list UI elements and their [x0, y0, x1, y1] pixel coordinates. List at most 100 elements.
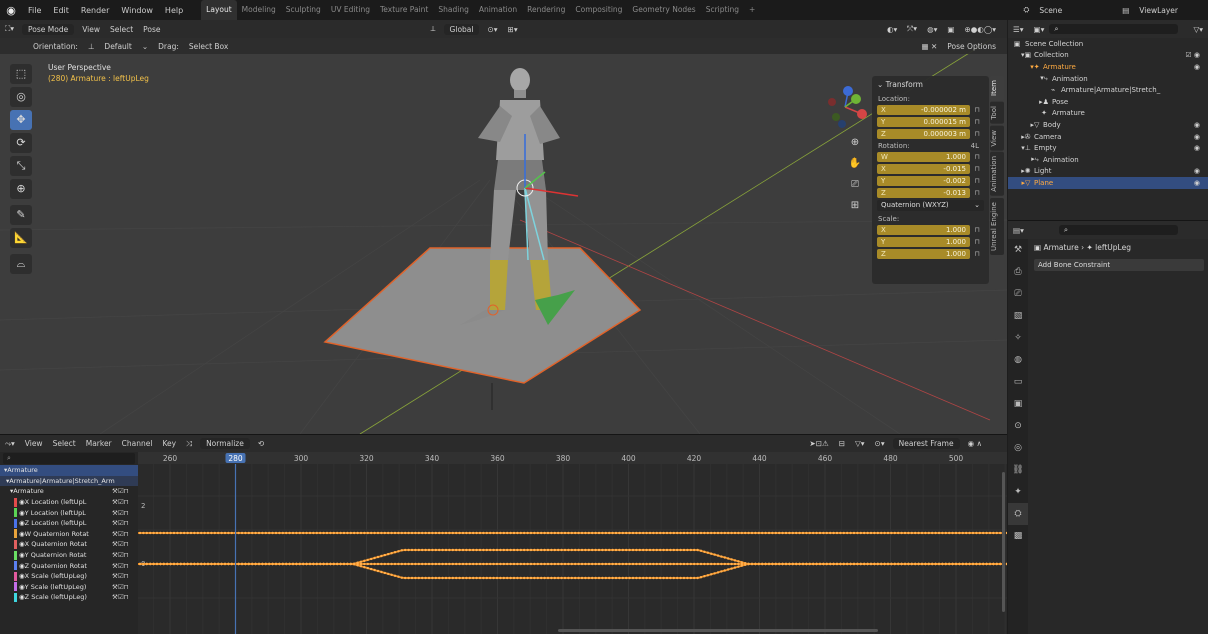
- keyframe-point[interactable]: [655, 548, 658, 552]
- keyframe-point[interactable]: [587, 548, 590, 552]
- keyframe-point[interactable]: [193, 531, 196, 535]
- keyframe-point[interactable]: [237, 562, 240, 566]
- physics-tab-icon[interactable]: ◎: [1008, 437, 1028, 459]
- horizontal-scrollbar[interactable]: [558, 629, 878, 632]
- keyframe-point[interactable]: [563, 576, 567, 580]
- keyframe-point[interactable]: [672, 531, 675, 535]
- keyframe-point[interactable]: [580, 576, 584, 580]
- keyframe-point[interactable]: [931, 531, 934, 535]
- perspective-grid-icon[interactable]: ⊞: [846, 197, 864, 215]
- keyframe-point[interactable]: [818, 531, 822, 535]
- xray-icon[interactable]: ▣: [942, 25, 959, 34]
- keyframe-point[interactable]: [591, 576, 594, 580]
- keyframe-point[interactable]: [900, 531, 903, 535]
- keyframe-point[interactable]: [948, 562, 951, 566]
- keyframe-point[interactable]: [584, 576, 587, 580]
- keyframe-point[interactable]: [750, 531, 754, 535]
- keyframe-point[interactable]: [417, 562, 420, 566]
- keyframe-point[interactable]: [880, 531, 883, 535]
- keyframe-point[interactable]: [213, 531, 216, 535]
- keyframe-point[interactable]: [574, 576, 577, 580]
- keyframe-point[interactable]: [495, 548, 499, 552]
- auto-normalize-icon[interactable]: ⟲: [253, 439, 269, 448]
- vertical-scrollbar[interactable]: [1002, 472, 1005, 612]
- keyframe-point[interactable]: [560, 576, 563, 580]
- keyframe-point[interactable]: [441, 531, 444, 535]
- scene-name[interactable]: Scene: [1034, 6, 1067, 15]
- keyframe-point[interactable]: [489, 531, 492, 535]
- keyframe-point[interactable]: [693, 562, 696, 566]
- keyframe-point[interactable]: [455, 562, 458, 566]
- keyframe-point[interactable]: [574, 531, 577, 535]
- collection-tab-icon[interactable]: ▭: [1008, 371, 1028, 393]
- keyframe-point[interactable]: [465, 562, 468, 566]
- keyframe-point[interactable]: [315, 562, 318, 566]
- keyframe-point[interactable]: [968, 562, 971, 566]
- keyframe-point[interactable]: [291, 531, 295, 535]
- keyframe-point[interactable]: [635, 531, 638, 535]
- keyframe-point[interactable]: [441, 562, 444, 566]
- keyframe-point[interactable]: [706, 574, 709, 577]
- keyframe-point[interactable]: [397, 531, 400, 535]
- keyframe-point[interactable]: [574, 548, 577, 552]
- keyframe-point[interactable]: [543, 531, 546, 535]
- keyframe-point[interactable]: [951, 562, 954, 566]
- keyframe-point[interactable]: [686, 548, 689, 552]
- keyframe-point[interactable]: [907, 531, 910, 535]
- rotation-mode-tag[interactable]: 4L: [971, 142, 979, 150]
- keyframe-point[interactable]: [546, 576, 550, 580]
- keyframe-point[interactable]: [682, 562, 686, 566]
- keyframe-point[interactable]: [645, 531, 648, 535]
- outliner-row[interactable]: ▸⤷ Animation: [1008, 154, 1208, 166]
- keyframe-point[interactable]: [737, 531, 740, 535]
- navigation-gizmo[interactable]: [820, 82, 870, 132]
- keyframe-point[interactable]: [597, 576, 601, 580]
- keyframe-point[interactable]: [370, 531, 373, 535]
- workspace-tab-scripting[interactable]: Scripting: [701, 0, 744, 20]
- keyframe-point[interactable]: [580, 562, 584, 566]
- channel-row[interactable]: ◉ Y Location (leftUpL ⚒☑⊓: [0, 507, 138, 518]
- keyframe-point[interactable]: [869, 531, 873, 535]
- keyframe-point[interactable]: [536, 531, 539, 535]
- keyframe-point[interactable]: [543, 548, 546, 552]
- keyframe-point[interactable]: [693, 531, 696, 535]
- keyframe-point[interactable]: [387, 531, 390, 535]
- keyframe-point[interactable]: [682, 531, 686, 535]
- keyframe-point[interactable]: [431, 576, 434, 580]
- only-selected-icon[interactable]: ➤⊡⚠: [804, 439, 833, 448]
- keyframe-point[interactable]: [944, 531, 947, 535]
- keyframe-point[interactable]: [220, 562, 223, 566]
- visibility-eye-icon[interactable]: ◉: [1194, 167, 1208, 175]
- keyframe-point[interactable]: [472, 531, 475, 535]
- keyframe-point[interactable]: [427, 531, 431, 535]
- keyframe-point[interactable]: [247, 562, 250, 566]
- keyframe-point[interactable]: [285, 562, 288, 566]
- camera-view-icon[interactable]: ⎚: [846, 176, 864, 194]
- keyframe-point[interactable]: [835, 531, 839, 535]
- keyframe-point[interactable]: [451, 562, 454, 566]
- keyframe-point[interactable]: [625, 548, 628, 552]
- keyframe-point[interactable]: [703, 562, 706, 566]
- rotate-tool-icon[interactable]: ⟳: [10, 133, 32, 153]
- keyframe-point[interactable]: [472, 576, 475, 580]
- keyframe-point[interactable]: [431, 562, 434, 566]
- keyframe-point[interactable]: [716, 531, 720, 535]
- keyframe-point[interactable]: [536, 576, 539, 580]
- keyframe-point[interactable]: [264, 562, 267, 566]
- keyframe-point[interactable]: [465, 548, 468, 552]
- keyframe-point[interactable]: [662, 531, 665, 535]
- keyframe-point[interactable]: [438, 576, 441, 580]
- keyframe-point[interactable]: [818, 562, 822, 566]
- keyframe-point[interactable]: [594, 576, 597, 580]
- keyframe-point[interactable]: [397, 562, 400, 566]
- keyframe-point[interactable]: [638, 531, 641, 535]
- keyframe-point[interactable]: [404, 531, 407, 535]
- keyframe-point[interactable]: [618, 548, 621, 552]
- keyframe-point[interactable]: [305, 531, 308, 535]
- keyframe-point[interactable]: [676, 548, 679, 552]
- keyframe-point[interactable]: [757, 531, 760, 535]
- lock-icon[interactable]: ⊓: [970, 250, 984, 258]
- keyframe-point[interactable]: [489, 576, 492, 580]
- keyframe-point[interactable]: [954, 562, 958, 566]
- transform-tool-icon[interactable]: ⊕: [10, 179, 32, 199]
